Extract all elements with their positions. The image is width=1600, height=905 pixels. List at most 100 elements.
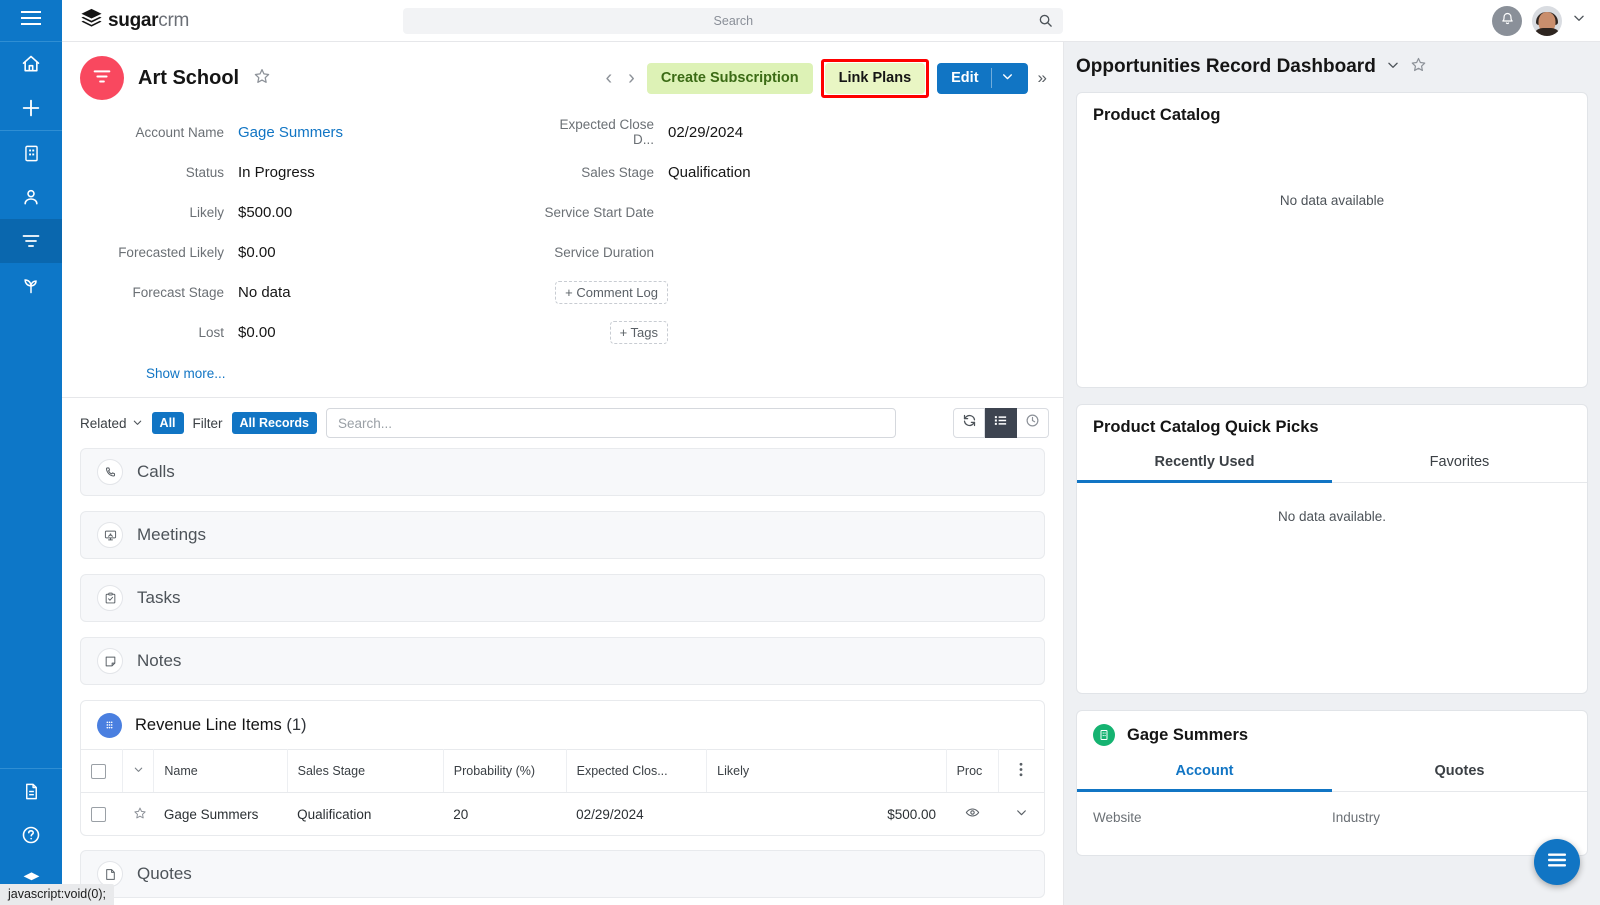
field-value-lost[interactable]: $0.00 [238, 312, 538, 352]
row-checkbox[interactable] [91, 807, 106, 822]
notifications-button[interactable] [1492, 6, 1522, 36]
field-value-account-name[interactable]: Gage Summers [238, 112, 538, 152]
field-label-service-start-date: Service Start Date [538, 192, 668, 232]
dashboard-header: Opportunities Record Dashboard [1064, 42, 1600, 92]
account-dashlet-fields: Website Industry [1077, 792, 1587, 855]
chevron-down-icon [132, 416, 143, 431]
main-column: sugarcrm Search [62, 0, 1600, 905]
row-cell-actions [998, 793, 1044, 836]
tab-recently-used[interactable]: Recently Used [1077, 443, 1332, 483]
add-comment-log-chip[interactable]: + Comment Log [555, 281, 668, 304]
related-panel-tasks[interactable]: Tasks [80, 574, 1045, 622]
related-panel-notes[interactable]: Notes [80, 637, 1045, 685]
chevron-down-icon[interactable] [1572, 11, 1586, 30]
tab-quotes[interactable]: Quotes [1332, 752, 1587, 792]
related-panel-calls[interactable]: Calls [80, 448, 1045, 496]
record-module-avatar [80, 56, 124, 100]
field-value-sales-stage[interactable]: Qualification [668, 152, 1047, 192]
revenue-line-items-panel: Revenue Line Items (1) [80, 700, 1045, 836]
column-header-expected-close[interactable]: Expected Clos... [566, 750, 707, 793]
field-value-expected-close-date[interactable]: 02/29/2024 [668, 112, 1047, 152]
dashboard-favorite-icon[interactable] [1410, 56, 1427, 78]
table-row[interactable]: Gage Summers Qualification 20 02/29/2024… [81, 793, 1044, 836]
create-subscription-button[interactable]: Create Subscription [647, 63, 813, 94]
related-dropdown[interactable]: Related [80, 416, 143, 431]
refresh-button[interactable] [953, 408, 985, 438]
avatar[interactable] [1532, 6, 1562, 36]
chevron-down-icon[interactable] [1386, 58, 1400, 77]
next-record-button[interactable]: › [624, 68, 639, 88]
dashlet-title: Product Catalog [1077, 93, 1587, 131]
record-header: Art School ‹ › Create Subscription Link … [62, 42, 1063, 110]
more-actions-button[interactable]: » [1036, 68, 1047, 88]
row-cell-sales-stage: Qualification [287, 793, 443, 836]
record-action-bar: ‹ › Create Subscription Link Plans Edit [601, 59, 1047, 98]
add-tags-chip[interactable]: + Tags [610, 321, 668, 344]
revenue-line-items-header[interactable]: Revenue Line Items (1) [81, 701, 1044, 749]
chevron-down-icon[interactable] [1001, 70, 1014, 87]
field-label-forecasted-likely: Forecasted Likely [80, 232, 238, 272]
filter-label: Filter [193, 416, 223, 431]
chevron-down-icon[interactable] [1015, 807, 1028, 822]
field-value-service-start-date[interactable] [668, 192, 1047, 232]
edit-button[interactable]: Edit [937, 63, 1027, 94]
sidebar-item-help[interactable] [0, 813, 62, 857]
sidebar-item-opportunities[interactable] [0, 219, 62, 263]
star-outline-icon[interactable] [133, 808, 147, 823]
row-cell-name[interactable]: Gage Summers [154, 793, 287, 836]
clock-icon [1025, 413, 1040, 433]
show-more-link[interactable]: Show more... [62, 352, 1063, 397]
select-all-checkbox[interactable] [91, 764, 106, 779]
select-menu-header[interactable] [123, 750, 154, 793]
column-header-name[interactable]: Name [154, 750, 287, 793]
related-dropdown-label: Related [80, 416, 127, 431]
field-label-sales-stage: Sales Stage [538, 152, 668, 192]
tab-favorites[interactable]: Favorites [1332, 443, 1587, 483]
account-dashlet-title: Gage Summers [1127, 726, 1248, 745]
related-search-input[interactable]: Search... [326, 408, 896, 438]
actions-fab[interactable] [1534, 839, 1580, 885]
sidebar-item-create[interactable] [0, 86, 62, 130]
edit-button-label: Edit [951, 70, 978, 86]
related-panel-quotes[interactable]: Quotes [80, 850, 1045, 898]
sidebar-item-home[interactable] [0, 42, 62, 86]
field-value-service-duration[interactable] [668, 232, 1047, 272]
column-settings-header[interactable] [998, 750, 1044, 793]
refresh-icon [962, 413, 977, 433]
field-value-likely[interactable]: $500.00 [238, 192, 538, 232]
field-value-forecast-stage[interactable]: No data [238, 272, 538, 312]
field-value-status[interactable]: In Progress [238, 152, 538, 192]
sidebar-toggle-button[interactable] [0, 0, 62, 42]
link-plans-button[interactable]: Link Plans [825, 63, 926, 94]
prev-record-button[interactable]: ‹ [601, 68, 616, 88]
dashlet-account: Gage Summers Account Quotes Website Indu… [1076, 710, 1588, 856]
list-view-button[interactable] [985, 408, 1017, 438]
tab-account[interactable]: Account [1077, 752, 1332, 792]
activity-timeline-button[interactable] [1017, 408, 1049, 438]
field-value-forecasted-likely[interactable]: $0.00 [238, 232, 538, 272]
column-header-sales-stage[interactable]: Sales Stage [287, 750, 443, 793]
comment-log-cell: + Comment Log [538, 272, 668, 312]
app-root: sugarcrm Search [0, 0, 1600, 905]
sidebar-item-contacts[interactable] [0, 175, 62, 219]
sidebar-item-leads[interactable] [0, 263, 62, 307]
column-header-probability[interactable]: Probability (%) [443, 750, 566, 793]
revenue-line-items-title: Revenue Line Items (1) [135, 716, 307, 735]
favorite-star-icon[interactable] [253, 67, 271, 90]
column-header-likely[interactable]: Likely [707, 750, 946, 793]
sidebar-item-accounts[interactable] [0, 131, 62, 175]
person-icon [21, 187, 41, 207]
brand-logo[interactable]: sugarcrm [80, 7, 189, 35]
filter-all-records-pill[interactable]: All Records [232, 412, 317, 434]
tags-cell: + Tags [538, 312, 668, 352]
field-label-status: Status [80, 152, 238, 192]
related-panel-meetings[interactable]: Meetings [80, 511, 1045, 559]
related-toolbar: Related All Filter All Records Search... [62, 398, 1063, 448]
field-label-forecast-stage: Forecast Stage [80, 272, 238, 312]
eye-icon[interactable] [965, 808, 980, 823]
global-search-input[interactable]: Search [403, 8, 1063, 34]
column-header-product[interactable]: Proc [946, 750, 998, 793]
related-all-pill[interactable]: All [152, 412, 184, 434]
sidebar-item-documents[interactable] [0, 769, 62, 813]
table-body: Gage Summers Qualification 20 02/29/2024… [81, 793, 1044, 836]
